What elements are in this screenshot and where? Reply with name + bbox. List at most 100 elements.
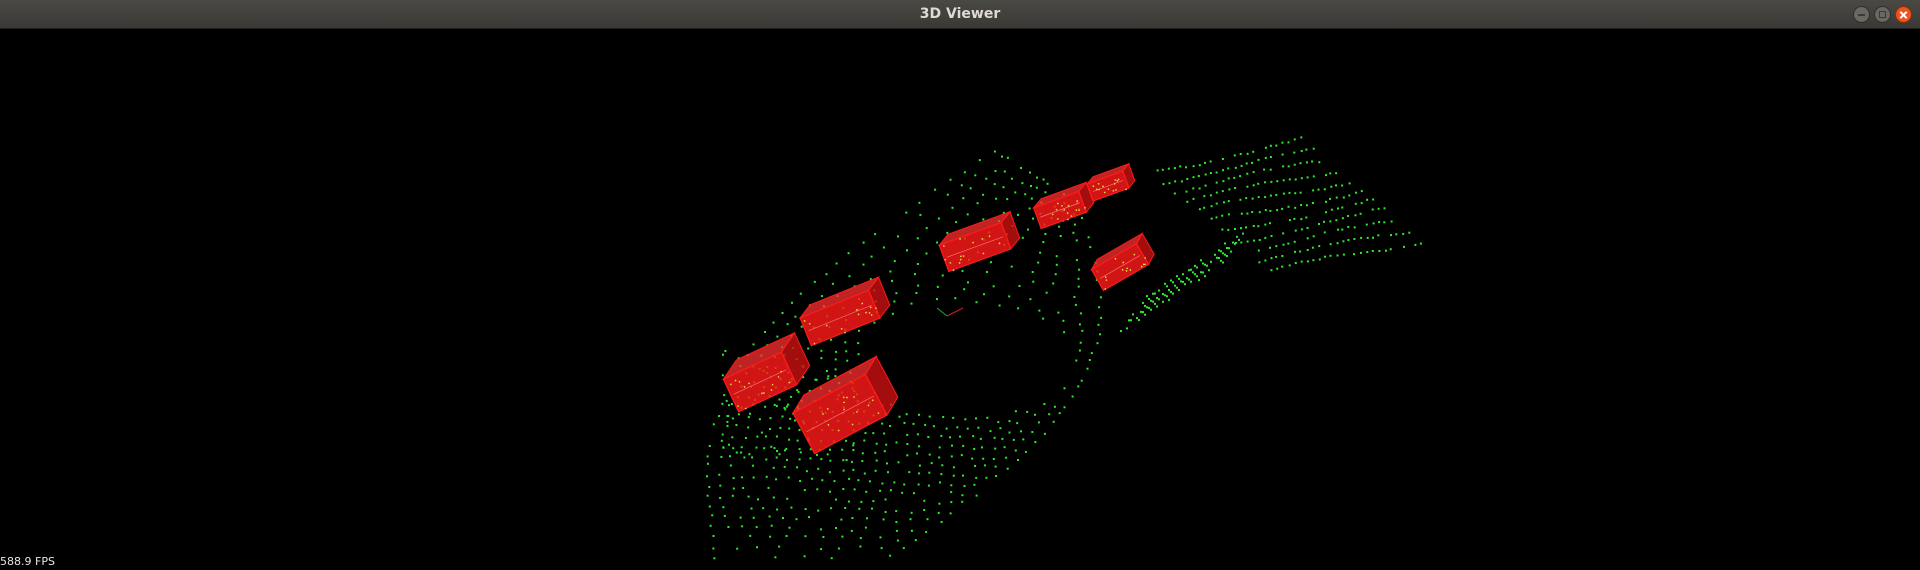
title-bar[interactable]: 3D Viewer	[0, 0, 1920, 29]
point	[1336, 242, 1339, 245]
point	[1178, 277, 1180, 280]
point	[983, 293, 985, 296]
point	[1063, 406, 1066, 409]
point	[898, 415, 901, 418]
point	[946, 193, 949, 196]
point	[1234, 187, 1237, 189]
point	[1227, 213, 1230, 216]
point	[1196, 275, 1198, 278]
bounding-box	[1032, 181, 1095, 230]
point	[727, 526, 730, 528]
point	[718, 473, 721, 476]
point	[1174, 180, 1177, 183]
point	[1270, 180, 1273, 183]
point	[1044, 233, 1047, 235]
point	[995, 197, 998, 200]
point	[889, 425, 892, 427]
point	[1227, 228, 1230, 231]
point	[842, 459, 845, 462]
point	[1032, 217, 1034, 220]
point	[918, 472, 921, 475]
point	[1086, 367, 1089, 370]
point	[1306, 176, 1309, 179]
point	[1419, 242, 1422, 245]
point	[1372, 198, 1375, 201]
point	[1099, 333, 1101, 336]
point	[917, 483, 920, 486]
point	[1054, 273, 1057, 276]
point	[1306, 249, 1309, 251]
point	[1218, 249, 1220, 252]
point	[975, 494, 978, 497]
point	[932, 425, 935, 428]
point	[1325, 200, 1327, 203]
point	[1030, 197, 1033, 200]
point	[1246, 240, 1249, 243]
point	[1043, 432, 1046, 435]
point	[918, 445, 921, 448]
point	[1120, 330, 1122, 333]
point	[751, 464, 754, 467]
point	[1227, 200, 1230, 203]
point	[990, 261, 992, 264]
minimize-icon[interactable]	[1853, 6, 1870, 23]
point	[1246, 185, 1249, 188]
point	[1337, 207, 1339, 210]
point	[1240, 227, 1242, 230]
point	[811, 477, 814, 480]
point	[927, 436, 930, 438]
point	[1166, 285, 1168, 288]
point	[712, 535, 715, 537]
close-icon[interactable]	[1895, 6, 1912, 23]
point	[884, 498, 887, 501]
point	[895, 529, 898, 532]
point	[875, 459, 878, 462]
point	[1043, 403, 1046, 405]
point	[728, 404, 730, 407]
point	[1227, 177, 1230, 180]
point	[831, 282, 834, 285]
point	[993, 150, 996, 153]
point	[1138, 319, 1140, 322]
point	[850, 460, 853, 463]
point	[1154, 292, 1156, 295]
point	[1002, 186, 1005, 189]
point	[1414, 243, 1417, 246]
maximize-icon[interactable]	[1874, 6, 1891, 23]
point	[939, 481, 941, 484]
point	[784, 449, 786, 452]
point	[901, 491, 904, 494]
point	[1028, 207, 1031, 210]
point	[1294, 178, 1297, 181]
point	[1222, 252, 1224, 255]
point	[744, 437, 747, 439]
point	[960, 454, 963, 457]
point	[807, 347, 810, 350]
point	[706, 462, 709, 465]
point	[1186, 277, 1188, 280]
point	[853, 488, 856, 491]
point	[883, 450, 886, 453]
point	[1075, 259, 1078, 262]
point	[1058, 225, 1061, 228]
point	[751, 456, 754, 459]
point	[909, 518, 912, 521]
point	[1323, 188, 1326, 191]
point	[830, 507, 833, 510]
point	[765, 458, 768, 461]
point	[916, 263, 919, 265]
point	[994, 465, 997, 468]
point	[872, 500, 875, 503]
point	[863, 439, 866, 442]
point	[1337, 228, 1339, 231]
point	[815, 378, 818, 381]
point	[848, 275, 851, 278]
point	[817, 467, 820, 470]
point	[925, 530, 928, 533]
point	[725, 399, 728, 402]
point	[772, 496, 775, 499]
3d-viewport[interactable]: 588.9 FPS	[0, 29, 1920, 570]
point	[1275, 245, 1278, 248]
point	[1170, 290, 1172, 293]
point	[1323, 220, 1325, 223]
